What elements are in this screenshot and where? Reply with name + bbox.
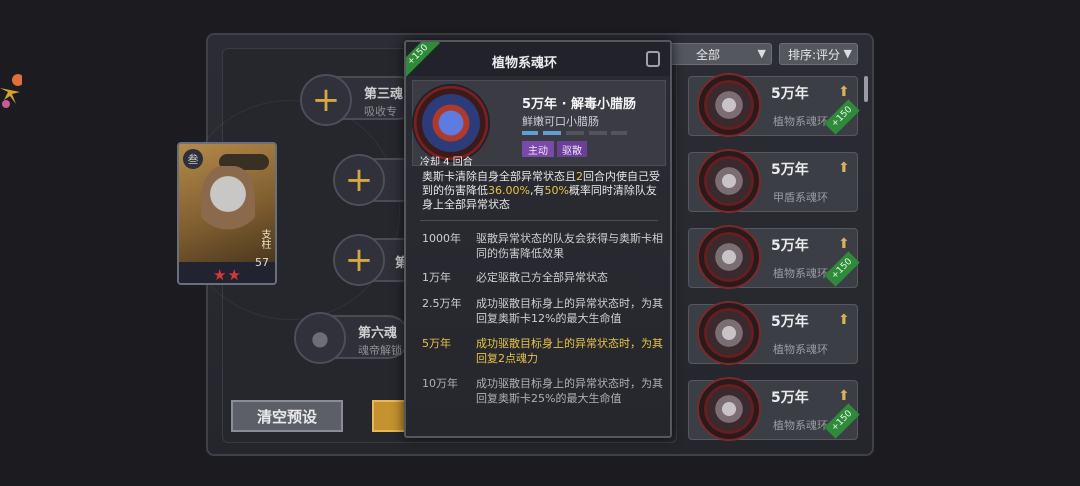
ring-name: 5万年 · 解毒小腊肠	[522, 97, 637, 112]
level-effect-current: 成功驱散目标身上的异常状态时，为其回复2点魂力	[476, 337, 663, 365]
skill-level-bar	[566, 131, 584, 135]
level-effect: 必定驱散己方全部异常状态	[476, 271, 608, 284]
upgrade-arrow-icon: ⬆	[838, 236, 850, 252]
add-icon[interactable]: +	[333, 154, 385, 206]
character-card[interactable]: 叁 支柱 57 ★★	[177, 142, 277, 285]
sort-dropdown[interactable]: 排序:评分 ▼	[779, 43, 858, 65]
skill-icon	[412, 84, 490, 162]
category-filter-dropdown[interactable]: 全部 ▼	[665, 43, 772, 65]
ring-type: 植物系魂环	[773, 343, 828, 356]
upgrade-arrow-icon: ⬆	[838, 388, 850, 404]
character-role-label: 支柱	[259, 229, 270, 249]
add-icon[interactable]: +	[300, 74, 352, 126]
skill-level-bar	[589, 131, 607, 135]
level-year-current: 5万年	[422, 337, 451, 350]
sort-value: 排序:评分	[788, 47, 841, 62]
ring-type: 植物系魂环	[773, 267, 828, 280]
ring-years: 5万年	[771, 86, 809, 102]
ring-years: 5万年	[771, 162, 809, 178]
soul-ring-emblem-icon	[697, 225, 761, 289]
divider	[420, 220, 658, 221]
ring-type: 植物系魂环	[773, 115, 828, 128]
skill-level-bar	[522, 131, 538, 135]
slot-label: 第三魂	[364, 87, 404, 102]
soul-ring-list-item[interactable]: 5万年 ⬆ 植物系魂环 +150	[688, 73, 860, 137]
bonus-badge: +150	[824, 403, 860, 439]
soul-ring-list-item[interactable]: 5万年 ⬆ 植物系魂环	[688, 301, 858, 365]
character-portrait	[201, 166, 255, 246]
ring-years: 5万年	[771, 238, 809, 254]
bonus-badge: +150	[824, 251, 860, 287]
character-level: 57	[255, 256, 269, 269]
ring-type: 甲盾系魂环	[773, 191, 828, 204]
lock-icon: ●	[294, 312, 346, 364]
soul-ring-list-item[interactable]: 5万年 ⬆ 甲盾系魂环	[688, 149, 858, 213]
ring-years: 5万年	[771, 390, 809, 406]
skill-description: 奥斯卡清除自身全部异常状态且2回合内使自己受到的伤害降低36.00%,有50%概…	[422, 170, 660, 211]
slot-label: 第六魂	[358, 326, 398, 341]
chevron-down-icon: ▼	[757, 47, 766, 60]
clear-preset-button[interactable]: 清空预设	[231, 400, 343, 432]
level-effect: 成功驱散目标身上的异常状态时，为其回复奥斯卡12%的最大生命值	[476, 297, 663, 325]
soul-ring-list-item[interactable]: 5万年 ⬆ 植物系魂环 +150	[688, 225, 860, 289]
bonus-badge: +150	[824, 99, 860, 135]
tooltip-title: 植物系魂环	[492, 56, 558, 71]
slot-sub-label: 魂帝解锁	[358, 344, 402, 357]
soul-ring-emblem-icon	[697, 301, 761, 365]
soul-ring-list-item[interactable]: 5万年 ⬆ 植物系魂环 +150	[688, 377, 860, 441]
skill-level-bar	[543, 131, 561, 135]
tag-dispel: 驱散	[557, 141, 587, 157]
level-year: 1000年	[422, 232, 461, 245]
category-filter-value: 全部	[696, 47, 721, 62]
cooldown-label: 冷却 4 回合	[420, 157, 473, 168]
soul-ring-emblem-icon	[697, 73, 761, 137]
lock-icon[interactable]	[646, 51, 660, 67]
level-year: 2.5万年	[422, 297, 462, 310]
rank-icon: 叁	[183, 149, 203, 169]
skill-name: 鲜嫩可口小腊肠	[522, 115, 599, 128]
level-year: 10万年	[422, 377, 458, 390]
ring-years: 5万年	[771, 314, 809, 330]
soul-ring-detail-tooltip: +150 植物系魂环 冷却 4 回合 5万年 · 解毒小腊肠 鲜嫩可口小腊肠 主…	[404, 40, 672, 438]
soul-ring-emblem-icon	[697, 377, 761, 441]
level-effect: 驱散异常状态的队友会获得与奥斯卡相同的伤害降低效果	[476, 232, 663, 260]
upgrade-arrow-icon: ⬆	[838, 84, 850, 100]
upgrade-arrow-icon: ⬆	[838, 312, 850, 328]
slot-sub-label: 吸收专	[364, 105, 397, 118]
upgrade-arrow-icon: ⬆	[838, 160, 850, 176]
level-year: 1万年	[422, 271, 451, 284]
ring-type: 植物系魂环	[773, 419, 828, 432]
level-effect: 成功驱散目标身上的异常状态时，为其回复奥斯卡25%的最大生命值	[476, 377, 663, 405]
tag-active: 主动	[522, 141, 554, 157]
soul-ring-emblem-icon	[697, 149, 761, 213]
star-rating: ★★	[213, 266, 242, 284]
skill-level-bar	[611, 131, 627, 135]
decoration-star-icon	[0, 74, 22, 108]
list-scrollbar[interactable]	[864, 76, 868, 102]
add-icon[interactable]: +	[333, 234, 385, 286]
chevron-down-icon: ▼	[843, 47, 852, 60]
